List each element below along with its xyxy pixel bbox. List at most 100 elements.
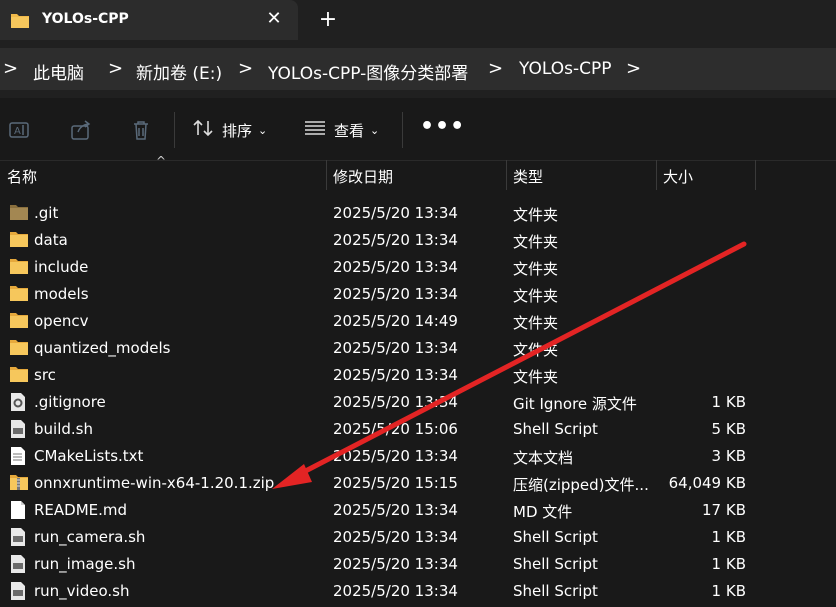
chevron-right-icon[interactable]: > bbox=[108, 58, 123, 79]
file-type: 文件夹 bbox=[513, 206, 559, 224]
file-row[interactable]: run_video.sh 2025/5/20 13:34 Shell Script 1… bbox=[0, 578, 836, 605]
more-options-button[interactable]: ••• bbox=[420, 114, 465, 139]
toolbar-divider bbox=[174, 112, 175, 148]
chevron-down-icon: ⌄ bbox=[258, 123, 268, 137]
folder-icon bbox=[9, 338, 29, 358]
file-type: MD 文件 bbox=[513, 503, 573, 521]
file-row[interactable]: run_camera.sh 2025/5/20 13:34 Shell Script… bbox=[0, 524, 836, 551]
file-modified-date: 2025/5/20 13:34 bbox=[333, 582, 458, 600]
file-row[interactable]: CMakeLists.txt 2025/5/20 13:34 文本文档 3 KB bbox=[0, 443, 836, 470]
file-modified-date: 2025/5/20 13:34 bbox=[333, 501, 458, 519]
view-button[interactable]: 查看 ⌄ bbox=[304, 116, 379, 144]
file-name: data bbox=[34, 231, 68, 249]
new-tab-button[interactable]: + bbox=[318, 7, 338, 32]
file-name: onnxruntime-win-x64-1.20.1.zip bbox=[34, 474, 275, 492]
file-name: opencv bbox=[34, 312, 89, 330]
folder-icon bbox=[9, 257, 29, 277]
file-row[interactable]: onnxruntime-win-x64-1.20.1.zip 2025/5/20 … bbox=[0, 470, 836, 497]
file-row[interactable]: run_image.sh 2025/5/20 13:34 Shell Script 1… bbox=[0, 551, 836, 578]
share-icon[interactable] bbox=[69, 118, 93, 142]
breadcrumb-current-folder[interactable]: YOLOs-CPP bbox=[519, 59, 611, 79]
file-name: run_camera.sh bbox=[34, 528, 146, 546]
file-name: CMakeLists.txt bbox=[34, 447, 144, 465]
file-type: Shell Script bbox=[513, 582, 598, 600]
chevron-right-icon[interactable]: > bbox=[238, 58, 253, 79]
file-name: quantized_models bbox=[34, 339, 171, 357]
file-modified-date: 2025/5/20 15:15 bbox=[333, 474, 458, 492]
file-row[interactable]: .gitignore 2025/5/20 13:34 Git Ignore 源文件 1… bbox=[0, 389, 836, 416]
script-file-icon bbox=[9, 527, 29, 547]
file-row[interactable]: models 2025/5/20 13:34 文件夹 bbox=[0, 281, 836, 308]
folder-icon bbox=[10, 11, 30, 33]
sort-label: 排序 bbox=[222, 121, 253, 140]
file-size: 64,049 KB bbox=[668, 474, 746, 492]
file-type: Shell Script bbox=[513, 420, 598, 438]
file-size: 5 KB bbox=[711, 420, 746, 438]
script-file-icon bbox=[9, 581, 29, 601]
file-row[interactable]: .git 2025/5/20 13:34 文件夹 bbox=[0, 200, 836, 227]
toolbar-divider bbox=[402, 112, 403, 148]
column-header-name[interactable]: 名称 bbox=[7, 166, 37, 196]
file-size: 1 KB bbox=[711, 582, 746, 600]
folder-dark-icon bbox=[9, 203, 29, 223]
file-row[interactable]: data 2025/5/20 13:34 文件夹 bbox=[0, 227, 836, 254]
file-size: 1 KB bbox=[711, 528, 746, 546]
tab-title: YOLOs-CPP bbox=[42, 11, 129, 27]
chevron-right-icon[interactable]: > bbox=[626, 58, 641, 79]
column-header-date[interactable]: 修改日期 bbox=[333, 166, 393, 196]
file-name: .git bbox=[34, 204, 59, 222]
column-divider[interactable] bbox=[755, 160, 756, 190]
file-modified-date: 2025/5/20 13:34 bbox=[333, 555, 458, 573]
file-type: 文本文档 bbox=[513, 449, 574, 467]
script-file-icon bbox=[9, 419, 29, 439]
sort-button[interactable]: 排序 ⌄ bbox=[192, 116, 267, 144]
file-modified-date: 2025/5/20 13:34 bbox=[333, 231, 458, 249]
breadcrumb[interactable]: > 此电脑 > 新加卷 (E:) > YOLOs-CPP-图像分类部署 > YO… bbox=[0, 48, 836, 90]
zip-folder-icon bbox=[9, 473, 29, 493]
file-type: 压缩(zipped)文件... bbox=[513, 476, 649, 494]
delete-icon[interactable] bbox=[129, 118, 153, 142]
chevron-right-icon[interactable]: > bbox=[488, 58, 503, 79]
file-type: 文件夹 bbox=[513, 368, 559, 386]
folder-icon bbox=[9, 230, 29, 250]
column-header-size[interactable]: 大小 bbox=[663, 166, 693, 196]
file-modified-date: 2025/5/20 13:34 bbox=[333, 204, 458, 222]
file-type: 文件夹 bbox=[513, 287, 559, 305]
column-divider[interactable] bbox=[506, 160, 507, 190]
file-list: .git 2025/5/20 13:34 文件夹 data 2025/5/20 13:3… bbox=[0, 200, 836, 605]
file-row[interactable]: quantized_models 2025/5/20 13:34 文件夹 bbox=[0, 335, 836, 362]
file-row[interactable]: src 2025/5/20 13:34 文件夹 bbox=[0, 362, 836, 389]
file-modified-date: 2025/5/20 13:34 bbox=[333, 366, 458, 384]
gear-file-icon bbox=[9, 392, 29, 412]
file-row[interactable]: include 2025/5/20 13:34 文件夹 bbox=[0, 254, 836, 281]
file-row[interactable]: opencv 2025/5/20 14:49 文件夹 bbox=[0, 308, 836, 335]
rename-icon[interactable]: A bbox=[8, 118, 32, 142]
sort-ascending-icon: ^ bbox=[156, 154, 167, 168]
chevron-right-icon[interactable]: > bbox=[3, 58, 18, 79]
file-name: build.sh bbox=[34, 420, 93, 438]
file-row[interactable]: build.sh 2025/5/20 15:06 Shell Script 5 KB bbox=[0, 416, 836, 443]
column-divider[interactable] bbox=[326, 160, 327, 190]
breadcrumb-volume-e[interactable]: 新加卷 (E:) bbox=[136, 59, 222, 84]
file-name: include bbox=[34, 258, 89, 276]
sort-icon bbox=[192, 118, 214, 142]
file-type: 文件夹 bbox=[513, 314, 559, 332]
file-row[interactable]: README.md 2025/5/20 13:34 MD 文件 17 KB bbox=[0, 497, 836, 524]
command-bar: A 排序 ⌄ 查看 ⌄ ••• bbox=[0, 98, 836, 161]
file-name: run_image.sh bbox=[34, 555, 136, 573]
tab-yolos-cpp[interactable]: YOLOs-CPP ✕ bbox=[0, 0, 298, 40]
file-size: 17 KB bbox=[702, 501, 746, 519]
breadcrumb-project-parent[interactable]: YOLOs-CPP-图像分类部署 bbox=[268, 59, 468, 84]
folder-icon bbox=[9, 284, 29, 304]
column-header-type[interactable]: 类型 bbox=[513, 166, 543, 196]
column-divider[interactable] bbox=[656, 160, 657, 190]
breadcrumb-this-pc[interactable]: 此电脑 bbox=[33, 59, 84, 84]
file-name: README.md bbox=[34, 501, 128, 519]
view-label: 查看 bbox=[334, 121, 365, 140]
text-file-icon bbox=[9, 446, 29, 466]
close-tab-icon[interactable]: ✕ bbox=[264, 8, 284, 30]
file-name: run_video.sh bbox=[34, 582, 130, 600]
file-modified-date: 2025/5/20 13:34 bbox=[333, 447, 458, 465]
folder-icon bbox=[9, 365, 29, 385]
document-file-icon bbox=[9, 500, 29, 520]
